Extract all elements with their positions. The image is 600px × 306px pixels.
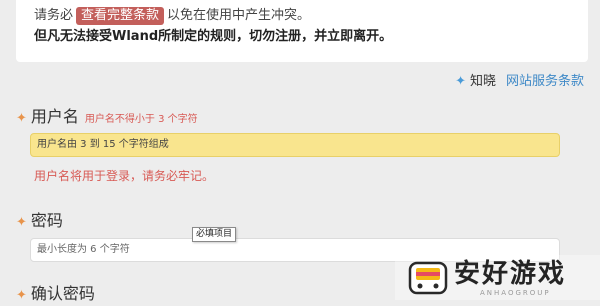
acknowledge-link[interactable]: 知晓 xyxy=(470,74,496,89)
view-full-terms-button[interactable]: 查看完整条款 xyxy=(76,7,165,25)
password-label: ✦ 密码 xyxy=(16,211,63,233)
watermark-text: 安好游戏 xyxy=(454,259,567,289)
notice-suffix: 以免在使用中产生冲突。 xyxy=(167,8,311,23)
username-label-text: 用户名 xyxy=(30,107,79,126)
username-label: ✦ 用户名 用户名不得小于 3 个字符 xyxy=(16,107,198,130)
confirm-password-label: ✦ 确认密码 xyxy=(16,284,95,306)
terms-notice-panel: 请务必 查看完整条款 以免在使用中产生冲突。 但凡无法接受Wland所制定的规则，切… xyxy=(16,0,588,62)
watermark-logo: 安好游戏 ANHAOGROUP xyxy=(395,255,600,300)
notice-warning: 但凡无法接受Wland所制定的规则，切勿注册，并立即离开。 xyxy=(34,29,393,44)
required-diamond-icon: ✦ xyxy=(16,288,27,303)
username-note: 用户名将用于登录，请务必牢记。 xyxy=(34,169,215,183)
required-diamond-icon: ✦ xyxy=(16,111,27,126)
required-diamond-icon: ✦ xyxy=(16,215,27,230)
password-label-text: 密码 xyxy=(30,211,63,230)
site-terms-link[interactable]: 网站服务条款 xyxy=(506,74,584,89)
watermark-subtext: ANHAOGROUP xyxy=(480,289,551,297)
confirm-password-label-text: 确认密码 xyxy=(30,284,95,303)
terms-links: ✦ 知晓 网站服务条款 xyxy=(455,73,584,91)
required-tooltip: 必填项目 xyxy=(192,227,237,242)
username-input[interactable]: 用户名由 3 到 15 个字符组成 xyxy=(30,133,560,157)
notice-prefix: 请务必 xyxy=(34,8,74,23)
gamepad-logo-icon xyxy=(408,261,448,295)
username-length-hint: 用户名不得小于 3 个字符 xyxy=(84,114,198,125)
notice-line: 请务必 查看完整条款 以免在使用中产生冲突。 xyxy=(34,6,310,26)
sparkle-icon: ✦ xyxy=(455,74,466,89)
